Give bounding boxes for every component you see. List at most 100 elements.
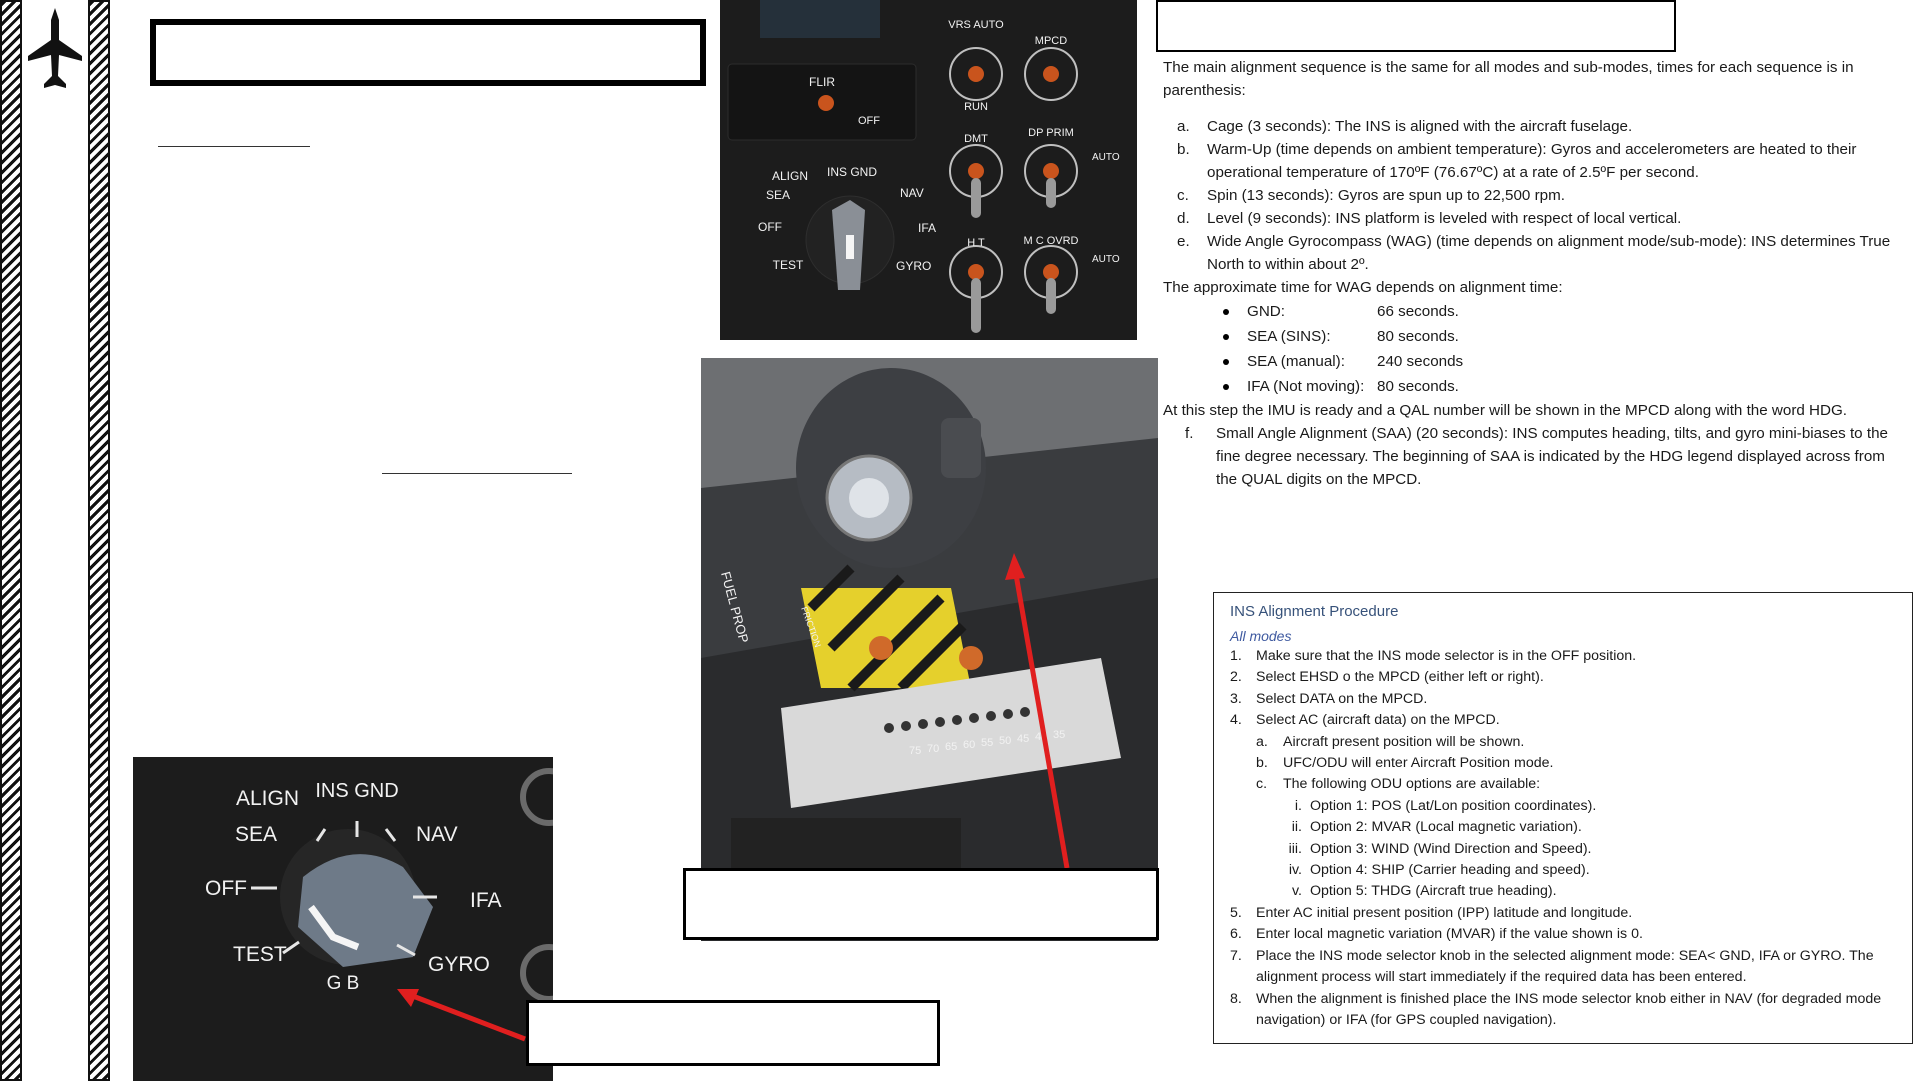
step-marker: c.: [1177, 187, 1189, 204]
selector-nav-label: NAV: [416, 823, 458, 846]
wag-time-item: SEA (manual): 240 seconds: [1221, 349, 1898, 374]
caption-rule: [382, 473, 572, 474]
procedure-box: INS Alignment Procedure All modes 1. Make…: [1213, 592, 1913, 1044]
alignment-text-column: The main alignment sequence is the same …: [1163, 56, 1898, 491]
heading-rule: [158, 146, 310, 147]
procedure-item: v. Option 5: THDG (Aircraft true heading)…: [1230, 881, 1896, 902]
step-text: Wide Angle Gyrocompass (WAG) (time depen…: [1207, 233, 1891, 273]
flir-label: FLIR: [809, 75, 835, 89]
mpcd-label: MPCD: [1035, 35, 1067, 47]
procedure-marker: 1.: [1230, 648, 1242, 664]
procedure-item: ii. Option 2: MVAR (Local magnetic variat…: [1230, 817, 1896, 838]
vrs-auto-label: VRS AUTO: [948, 19, 1004, 31]
procedure-marker: iv.: [1288, 862, 1302, 879]
auto-label-lower: AUTO: [1092, 254, 1120, 265]
scale-45: 45: [1017, 733, 1029, 745]
wag-time-item: SEA (SINS): 80 seconds.: [1221, 324, 1898, 349]
procedure-marker: 2.: [1230, 669, 1242, 686]
wag-note: The approximate time for WAG depends on …: [1163, 279, 1563, 296]
procedure-marker: 4.: [1230, 712, 1242, 729]
procedure-item: a. Aircraft present position will be show…: [1230, 732, 1896, 753]
step-text: Spin (13 seconds): Gyros are spun up to …: [1207, 187, 1565, 204]
procedure-title: INS Alignment Procedure: [1230, 603, 1399, 620]
gyro-label: GYRO: [896, 259, 931, 273]
procedure-item: 7. Place the INS mode selector knob in th…: [1230, 946, 1896, 989]
procedure-marker: b.: [1256, 755, 1268, 772]
off-label: OFF: [758, 220, 782, 234]
procedure-text: Make sure that the INS mode selector is …: [1256, 648, 1637, 664]
procedure-marker: 7.: [1230, 947, 1242, 964]
procedure-item: 8. When the alignment is finished place t…: [1230, 989, 1896, 1032]
procedure-text: Place the INS mode selector knob in the …: [1256, 947, 1874, 986]
selector-align-label: ALIGN: [236, 787, 299, 810]
procedure-text: Select DATA on the MPCD.: [1256, 690, 1428, 707]
procedure-text: UFC/ODU will enter Aircraft Position mod…: [1283, 755, 1554, 772]
selector-caption-box: [526, 1000, 940, 1066]
ifa-label: IFA: [918, 221, 936, 235]
scale-60: 60: [963, 739, 975, 751]
procedure-item: iii. Option 3: WIND (Wind Direction and S…: [1230, 839, 1896, 860]
step-text: Warm-Up (time depends on ambient tempera…: [1207, 141, 1857, 181]
procedure-text: When the alignment is finished place the…: [1256, 990, 1882, 1028]
scale-65: 65: [945, 741, 957, 753]
ht-label: H T: [967, 237, 985, 249]
procedure-item: iv. Option 4: SHIP (Carrier heading and s…: [1230, 860, 1896, 881]
procedure-item: b. UFC/ODU will enter Aircraft Position m…: [1230, 753, 1896, 774]
procedure-marker: v.: [1292, 883, 1302, 900]
procedure-item: 2. Select EHSD o the MPCD (either left or…: [1230, 667, 1896, 688]
throttle-photo: FUEL PROP FRICTION 75 70 65 60 55 50 45 …: [701, 358, 1158, 941]
wag-time: 80 seconds.: [1377, 378, 1459, 395]
jet-icon: [28, 8, 82, 88]
mc-ovrd-label: M C OVRD: [1024, 235, 1079, 247]
selector-sea-label: SEA: [235, 823, 277, 846]
dmt-label: DMT: [964, 133, 988, 145]
test-label: TEST: [773, 258, 804, 272]
step-item: c. Spin (13 seconds): Gyros are spun up t…: [1163, 184, 1898, 207]
procedure-item: 6. Enter local magnetic variation (MVAR) …: [1230, 924, 1896, 945]
scale-55: 55: [981, 737, 993, 749]
dp-prim-label: DP PRIM: [1028, 127, 1074, 139]
procedure-item: c. The following ODU options are availabl…: [1230, 774, 1896, 795]
intro-paragraph: The main alignment sequence is the same …: [1163, 59, 1854, 99]
selector-ins-gnd-label: INS GND: [315, 780, 398, 802]
procedure-item: 1. Make sure that the INS mode selector i…: [1230, 646, 1896, 667]
procedure-text: Enter AC initial present position (IPP) …: [1256, 904, 1633, 921]
wag-time: 80 seconds.: [1377, 328, 1459, 345]
wag-mode: GND:: [1247, 303, 1285, 320]
selector-gb-label: G B: [327, 973, 360, 994]
procedure-subtitle: All modes: [1230, 628, 1292, 644]
procedure-text: Option 5: THDG (Aircraft true heading).: [1310, 883, 1557, 900]
selector-test-label: TEST: [233, 943, 287, 966]
wag-mode: SEA (manual):: [1247, 353, 1345, 370]
selector-ifa-label: IFA: [470, 889, 502, 912]
procedure-marker: iii.: [1288, 840, 1302, 857]
wag-mode: SEA (SINS):: [1247, 328, 1331, 345]
sea-label: SEA: [766, 188, 790, 202]
procedure-item: 3. Select DATA on the MPCD.: [1230, 689, 1896, 710]
left-hatch-strip: [0, 0, 22, 1081]
step-item: a. Cage (3 seconds): The INS is aligned w…: [1163, 115, 1898, 138]
ins-gnd-label: INS GND: [827, 165, 877, 179]
procedure-text: Option 2: MVAR (Local magnetic variation…: [1310, 819, 1582, 836]
procedure-marker: a.: [1256, 733, 1268, 750]
panel-photo-caption-box: [1156, 0, 1676, 52]
step-text: Level (9 seconds): INS platform is level…: [1207, 210, 1682, 227]
right-hatch-strip: [88, 0, 110, 1081]
throttle-caption-box: [683, 868, 1159, 940]
procedure-marker: 3.: [1230, 690, 1242, 707]
step-item: d. Level (9 seconds): INS platform is lev…: [1163, 207, 1898, 230]
align-label: ALIGN: [772, 169, 808, 183]
wag-time: 66 seconds.: [1377, 303, 1459, 320]
nav-label: NAV: [900, 186, 924, 200]
step-marker: d.: [1177, 210, 1190, 227]
step-item: b. Warm-Up (time depends on ambient tempe…: [1163, 138, 1898, 184]
ready-note: At this step the IMU is ready and a QAL …: [1163, 402, 1848, 419]
procedure-marker: 6.: [1230, 926, 1242, 943]
step-text: Small Angle Alignment (SAA) (20 seconds)…: [1216, 425, 1888, 488]
procedure-marker: c.: [1256, 776, 1268, 793]
step-marker: b.: [1177, 141, 1190, 158]
ins-panel-photo: VRS AUTO MPCD RUN FLIR OFF DMT DP PRIM A…: [720, 0, 1137, 340]
procedure-marker: 5.: [1230, 904, 1242, 921]
step-marker: e.: [1177, 233, 1190, 250]
scale-75: 75: [909, 745, 921, 757]
